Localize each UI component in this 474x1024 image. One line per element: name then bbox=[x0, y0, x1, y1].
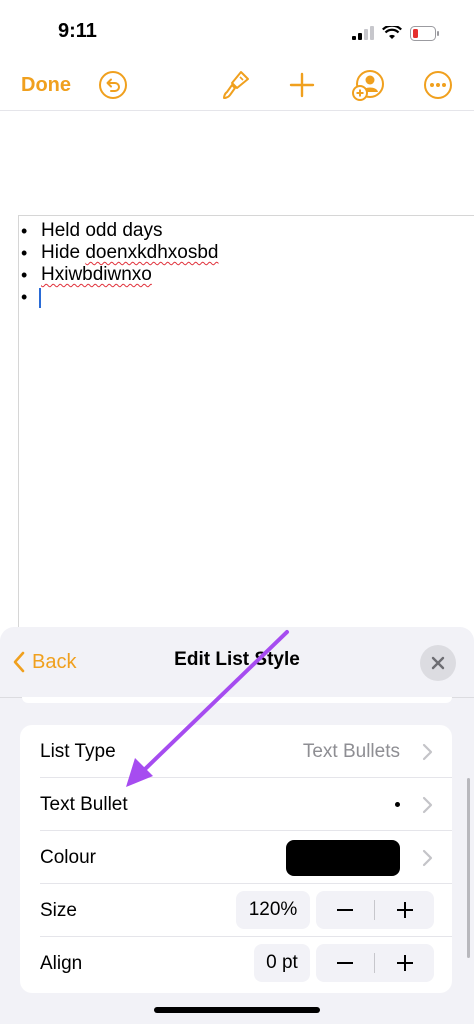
misspelled-word[interactable]: Hxiwbdiwnxo bbox=[41, 264, 152, 285]
status-bar: 9:11 bbox=[0, 0, 474, 60]
size-increase-button[interactable] bbox=[376, 891, 434, 929]
close-icon bbox=[431, 656, 445, 670]
list-type-value: Text Bullets bbox=[302, 741, 400, 762]
size-row: Size 120% bbox=[20, 884, 452, 937]
undo-icon bbox=[99, 71, 127, 99]
edit-list-style-panel: Back Edit List Style List Type Text Bull… bbox=[0, 627, 474, 1024]
stepper-divider bbox=[374, 900, 375, 920]
align-row: Align 0 pt bbox=[20, 937, 452, 990]
toolbar: Done bbox=[0, 60, 474, 111]
add-person-icon bbox=[352, 70, 384, 101]
misspelled-word[interactable]: doenxkdhxosbd bbox=[85, 242, 218, 263]
list-style-options: List Type Text Bullets Text Bullet Colou… bbox=[20, 725, 452, 993]
plus-icon bbox=[397, 902, 413, 918]
list-item-empty[interactable] bbox=[19, 286, 218, 308]
list-type-label: List Type bbox=[40, 741, 116, 762]
done-button[interactable]: Done bbox=[21, 60, 71, 110]
size-stepper bbox=[316, 891, 434, 929]
colour-label: Colour bbox=[40, 847, 96, 868]
text-bullet-row[interactable]: Text Bullet bbox=[20, 778, 452, 831]
collaborate-button[interactable] bbox=[350, 60, 386, 110]
align-increase-button[interactable] bbox=[376, 944, 434, 982]
minus-icon bbox=[337, 909, 353, 911]
list-item[interactable]: Hxiwbdiwnxo bbox=[19, 264, 218, 286]
status-icons bbox=[352, 24, 440, 42]
plus-icon bbox=[397, 955, 413, 971]
plus-icon bbox=[289, 72, 315, 98]
more-icon bbox=[424, 71, 452, 99]
chevron-right-icon bbox=[422, 796, 433, 814]
format-button[interactable] bbox=[219, 60, 253, 110]
colour-row[interactable]: Colour bbox=[20, 831, 452, 884]
list-type-row[interactable]: List Type Text Bullets bbox=[20, 725, 452, 778]
minus-icon bbox=[337, 962, 353, 964]
document-canvas[interactable]: Held odd days Hide doenxkdhxosbd Hxiwbdi… bbox=[0, 111, 474, 636]
align-label: Align bbox=[40, 953, 83, 974]
bullet-list[interactable]: Held odd days Hide doenxkdhxosbd Hxiwbdi… bbox=[19, 220, 218, 308]
panel-header: Back Edit List Style bbox=[0, 627, 474, 698]
battery-icon bbox=[410, 25, 439, 41]
chevron-right-icon bbox=[422, 743, 433, 761]
size-decrease-button[interactable] bbox=[316, 891, 374, 929]
list-item[interactable]: Held odd days bbox=[19, 220, 218, 242]
align-stepper bbox=[316, 944, 434, 982]
more-button[interactable] bbox=[421, 60, 455, 110]
chevron-right-icon bbox=[422, 849, 433, 867]
text-cursor bbox=[39, 288, 41, 308]
list-item-text: Held odd days bbox=[41, 220, 163, 241]
close-button[interactable] bbox=[420, 645, 456, 681]
scrollbar[interactable] bbox=[467, 778, 470, 958]
document-page[interactable]: Held odd days Hide doenxkdhxosbd Hxiwbdi… bbox=[18, 215, 474, 636]
home-indicator[interactable] bbox=[154, 1007, 320, 1013]
align-value-field[interactable]: 0 pt bbox=[254, 944, 310, 982]
insert-button[interactable] bbox=[285, 60, 319, 110]
wifi-icon bbox=[382, 26, 402, 39]
align-decrease-button[interactable] bbox=[316, 944, 374, 982]
size-value-field[interactable]: 120% bbox=[236, 891, 310, 929]
scrolled-card-edge bbox=[22, 697, 452, 703]
panel-title: Edit List Style bbox=[174, 649, 300, 670]
text-bullet-label: Text Bullet bbox=[40, 794, 128, 815]
paintbrush-icon bbox=[223, 71, 249, 99]
undo-button[interactable] bbox=[96, 60, 130, 110]
colour-swatch[interactable] bbox=[286, 840, 400, 876]
text-bullet-value bbox=[395, 802, 400, 807]
list-item[interactable]: Hide doenxkdhxosbd bbox=[19, 242, 218, 264]
stepper-divider bbox=[374, 953, 375, 973]
list-item-text: Hide bbox=[41, 242, 86, 263]
cellular-signal-icon bbox=[352, 26, 374, 40]
status-time: 9:11 bbox=[58, 20, 97, 42]
size-label: Size bbox=[40, 900, 77, 921]
